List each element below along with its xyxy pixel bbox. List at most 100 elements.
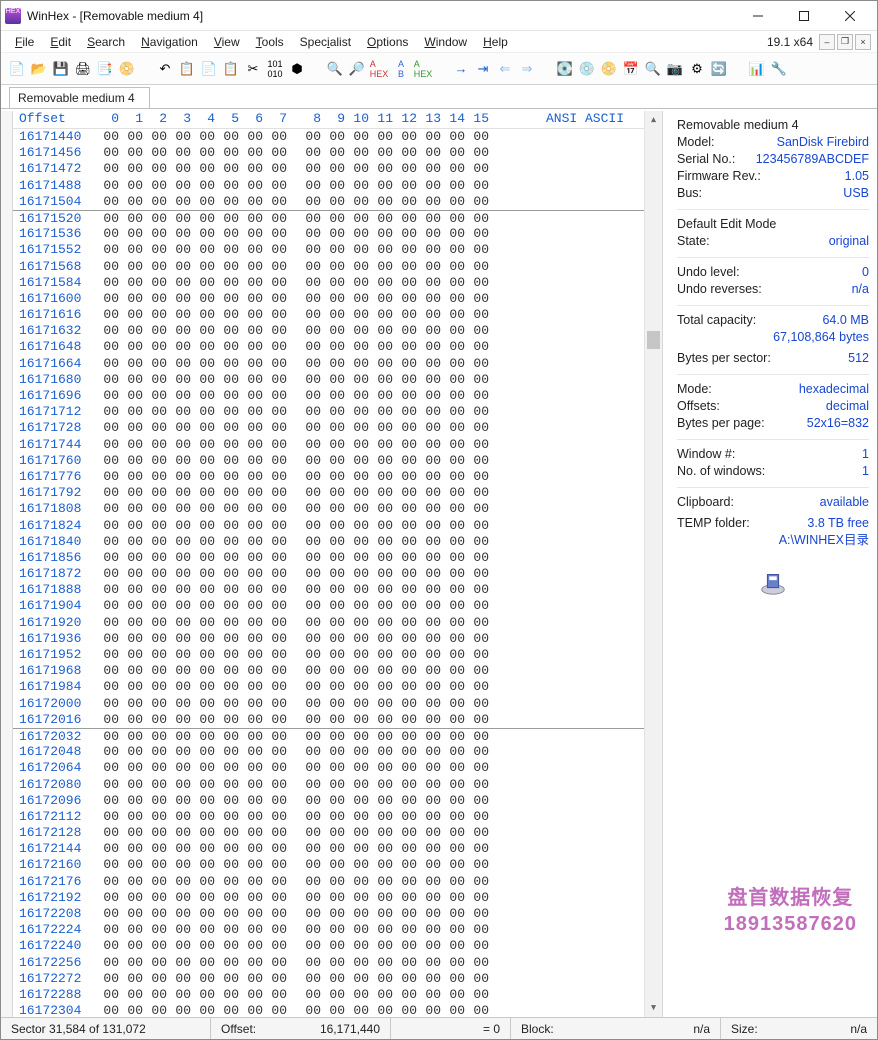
disk2-icon[interactable]: 💿: [577, 59, 597, 79]
menu-view[interactable]: View: [206, 32, 248, 52]
hex-icon[interactable]: ⬢: [287, 59, 307, 79]
find-ab-icon[interactable]: AHEX: [413, 59, 433, 79]
menu-file[interactable]: File: [7, 32, 42, 52]
menubar: File Edit Search Navigation View Tools S…: [1, 31, 877, 53]
temp-value: 3.8 TB free: [807, 515, 869, 532]
menu-window[interactable]: Window: [416, 32, 475, 52]
editmode-label: Default Edit Mode: [677, 216, 776, 233]
close-button[interactable]: [827, 1, 873, 31]
save-icon[interactable]: 💾: [51, 59, 71, 79]
find-icon[interactable]: 🔍: [325, 59, 345, 79]
menu-help[interactable]: Help: [475, 32, 516, 52]
status-eq: = 0: [483, 1022, 500, 1036]
open-folder-icon[interactable]: 📂: [29, 59, 49, 79]
tab-row: Removable medium 4: [1, 85, 877, 109]
column-headers: 0123456789101112131415: [95, 111, 489, 128]
workspace: Offset 0123456789101112131415 ANSI ASCII…: [1, 111, 877, 1017]
info-panel: Removable medium 4 Model: SanDisk Firebir…: [663, 111, 877, 1017]
copy-icon[interactable]: 📋: [177, 59, 197, 79]
capacity-value: 64.0 MB: [822, 312, 869, 329]
media-name: Removable medium 4: [677, 117, 799, 134]
menu-navigation[interactable]: Navigation: [133, 32, 206, 52]
mode-value: hexadecimal: [799, 381, 869, 398]
watermark: 盘首数据恢复 18913587620: [724, 885, 857, 937]
status-block-label: Block:: [521, 1022, 554, 1036]
hex-body[interactable]: 1617144000000000000000000000000000000000…: [13, 129, 662, 1017]
version-label: 19.1 x64: [767, 35, 817, 49]
statusbar: Sector 31,584 of 131,072 Offset:16,171,4…: [1, 1017, 877, 1039]
camera-icon[interactable]: 📷: [665, 59, 685, 79]
scroll-up-icon[interactable]: ▴: [645, 111, 662, 129]
disk-badge-icon: [677, 567, 869, 600]
nav-back-icon[interactable]: ⇐: [495, 59, 515, 79]
status-block-value: n/a: [693, 1022, 710, 1036]
refresh-icon[interactable]: 🔄: [709, 59, 729, 79]
scroll-thumb[interactable]: [647, 331, 660, 349]
goto-icon[interactable]: →: [451, 59, 471, 79]
find-text-icon[interactable]: AHEX: [369, 59, 389, 79]
clip-value: available: [820, 494, 869, 511]
capacity-label: Total capacity:: [677, 312, 756, 329]
calendar-icon[interactable]: 📅: [621, 59, 641, 79]
status-offset-label: Offset:: [221, 1022, 256, 1036]
bus-value: USB: [843, 185, 869, 202]
binary-icon[interactable]: 101010: [265, 59, 285, 79]
serial-value: 123456789ABCDEF: [756, 151, 869, 168]
serial-label: Serial No.:: [677, 151, 735, 168]
temp-label: TEMP folder:: [677, 515, 750, 532]
print-icon[interactable]: 🖨: [73, 59, 93, 79]
menu-options[interactable]: Options: [359, 32, 416, 52]
vertical-scrollbar[interactable]: ▴ ▾: [644, 111, 662, 1017]
scroll-down-icon[interactable]: ▾: [645, 999, 662, 1017]
disk1-icon[interactable]: 💽: [555, 59, 575, 79]
menu-search[interactable]: Search: [79, 32, 133, 52]
tool-icon[interactable]: 🔧: [769, 59, 789, 79]
state-value: original: [829, 233, 869, 250]
undo-value: 0: [862, 264, 869, 281]
goto-back-icon[interactable]: ⇥: [473, 59, 493, 79]
find-a-icon[interactable]: AB: [391, 59, 411, 79]
menu-tools[interactable]: Tools: [248, 32, 292, 52]
menu-specialist[interactable]: Specialist: [292, 32, 359, 52]
titlebar: HEX WinHex - [Removable medium 4]: [1, 1, 877, 31]
disk3-icon[interactable]: 📀: [599, 59, 619, 79]
bps-value: 512: [848, 350, 869, 367]
minimize-button[interactable]: [735, 1, 781, 31]
mdi-minimize-button[interactable]: –: [819, 34, 835, 50]
gear-icon[interactable]: ⚙: [687, 59, 707, 79]
bps-label: Bytes per sector:: [677, 350, 771, 367]
case-icon[interactable]: 📊: [747, 59, 767, 79]
tab-removable-medium[interactable]: Removable medium 4: [9, 87, 150, 108]
status-offset-value: 16,171,440: [320, 1022, 380, 1036]
nwin-value: 1: [862, 463, 869, 480]
bpp-value: 52x16=832: [807, 415, 869, 432]
find-hex-icon[interactable]: 🔎: [347, 59, 367, 79]
mdi-close-button[interactable]: ×: [855, 34, 871, 50]
left-gutter: [1, 111, 13, 1017]
offset-header: Offset: [13, 111, 95, 128]
new-file-icon[interactable]: 📄: [7, 59, 27, 79]
clip-label: Clipboard:: [677, 494, 734, 511]
mdi-restore-button[interactable]: ❐: [837, 34, 853, 50]
properties-icon[interactable]: 📑: [95, 59, 115, 79]
clipboard-icon[interactable]: 📋: [221, 59, 241, 79]
undo-icon[interactable]: ↶: [155, 59, 175, 79]
hex-header: Offset 0123456789101112131415 ANSI ASCII: [13, 111, 662, 129]
open-disk-icon[interactable]: 📀: [117, 59, 137, 79]
menu-edit[interactable]: Edit: [42, 32, 79, 52]
temp-path: A:\WINHEX目录: [779, 532, 869, 549]
capacity-bytes: 67,108,864 bytes: [773, 329, 869, 346]
firmware-label: Firmware Rev.:: [677, 168, 761, 185]
maximize-button[interactable]: [781, 1, 827, 31]
nav-fwd-icon[interactable]: ⇒: [517, 59, 537, 79]
model-value: SanDisk Firebird: [777, 134, 869, 151]
model-label: Model:: [677, 134, 715, 151]
search-icon[interactable]: 🔍: [643, 59, 663, 79]
ascii-header: ANSI ASCII: [546, 111, 624, 127]
cut-icon[interactable]: ✂: [243, 59, 263, 79]
paste-icon[interactable]: 📄: [199, 59, 219, 79]
undor-value: n/a: [852, 281, 869, 298]
undor-label: Undo reverses:: [677, 281, 762, 298]
win-label: Window #:: [677, 446, 735, 463]
win-value: 1: [862, 446, 869, 463]
